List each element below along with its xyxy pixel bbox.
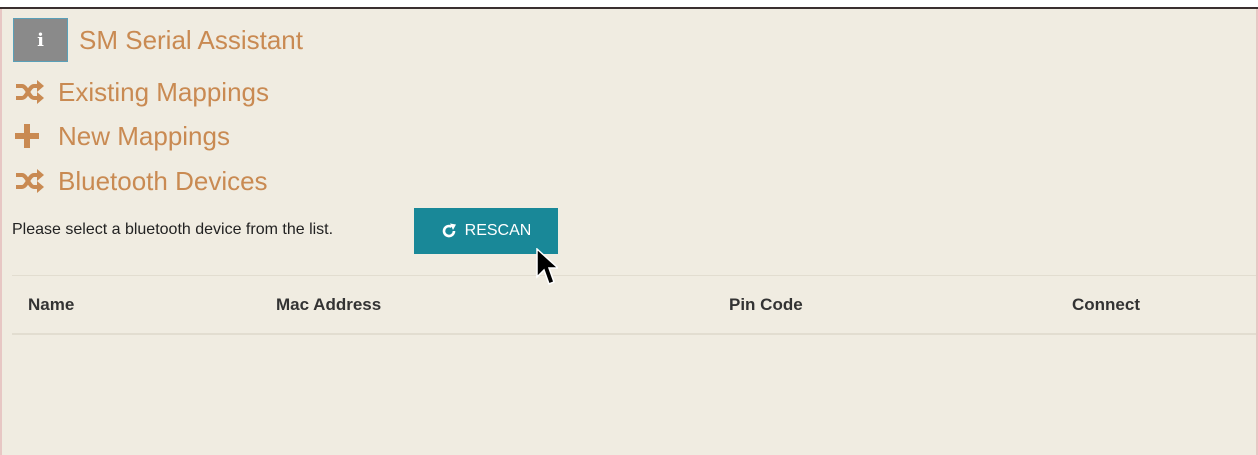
refresh-icon [441, 223, 457, 239]
app-title: SM Serial Assistant [79, 25, 303, 55]
shuffle-icon [14, 74, 48, 110]
devices-table-header: Name Mac Address Pin Code Connect [12, 276, 1256, 335]
column-header-pin-code: Pin Code [729, 295, 803, 314]
nav-label: Existing Mappings [58, 77, 269, 107]
info-icon[interactable]: i [13, 18, 68, 62]
shuffle-icon [14, 163, 48, 199]
nav-label: New Mappings [58, 121, 230, 151]
bluetooth-hint: Please select a bluetooth device from th… [12, 221, 334, 238]
plus-icon [14, 118, 48, 154]
window-top-border [0, 0, 1258, 9]
column-header-name: Name [28, 295, 75, 314]
rescan-button[interactable]: RESCAN [414, 208, 558, 254]
nav-existing-mappings[interactable]: Existing Mappings [14, 74, 269, 110]
column-header-mac-address: Mac Address [276, 295, 382, 314]
column-header-connect: Connect [1072, 295, 1140, 314]
window-left-border [0, 9, 2, 455]
nav-bluetooth-devices[interactable]: Bluetooth Devices [14, 163, 268, 199]
nav-new-mappings[interactable]: New Mappings [14, 118, 230, 154]
devices-table-body [12, 335, 1256, 455]
rescan-label: RESCAN [464, 222, 532, 239]
nav-label: Bluetooth Devices [58, 166, 268, 196]
